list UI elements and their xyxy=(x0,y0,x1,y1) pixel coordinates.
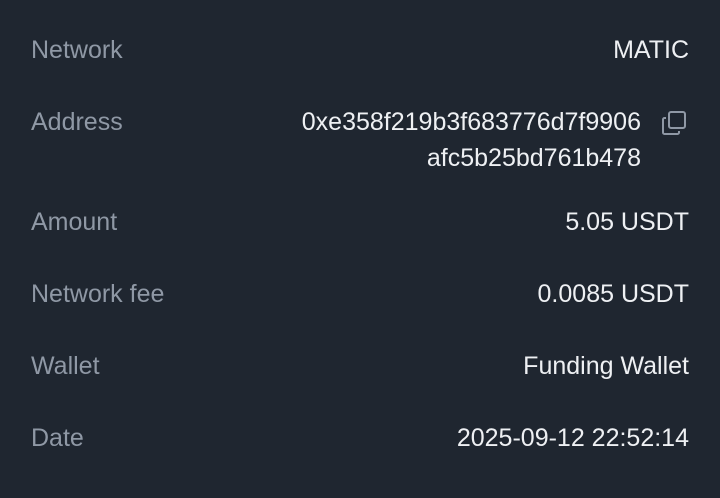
wallet-row: Wallet Funding Wallet xyxy=(31,348,689,384)
date-row: Date 2025-09-12 22:52:14 xyxy=(31,420,689,456)
amount-value: 5.05 USDT xyxy=(565,208,689,236)
network-fee-value: 0.0085 USDT xyxy=(537,280,689,308)
network-row: Network MATIC xyxy=(31,32,689,68)
date-label: Date xyxy=(31,424,84,452)
network-label: Network xyxy=(31,36,123,64)
wallet-value: Funding Wallet xyxy=(523,352,689,380)
address-value-group: 0xe358f219b3f683776d7f9906 afc5b25bd761b… xyxy=(302,104,689,176)
wallet-label: Wallet xyxy=(31,352,100,380)
network-fee-label: Network fee xyxy=(31,280,165,308)
address-line-1: 0xe358f219b3f683776d7f9906 xyxy=(301,108,641,136)
address-value: 0xe358f219b3f683776d7f9906 afc5b25bd761b… xyxy=(302,104,641,176)
amount-row: Amount 5.05 USDT xyxy=(31,204,689,240)
copy-icon xyxy=(662,111,686,135)
address-label: Address xyxy=(31,108,123,136)
address-line-2: afc5b25bd761b478 xyxy=(426,144,641,172)
transaction-details-panel: Network MATIC Address 0xe358f219b3f68377… xyxy=(0,0,720,498)
network-fee-row: Network fee 0.0085 USDT xyxy=(31,276,689,312)
copy-address-button[interactable] xyxy=(659,108,689,138)
amount-label: Amount xyxy=(31,208,118,236)
network-value: MATIC xyxy=(613,36,689,64)
date-value: 2025-09-12 22:52:14 xyxy=(456,424,689,452)
address-row: Address 0xe358f219b3f683776d7f9906 afc5b… xyxy=(31,104,689,176)
